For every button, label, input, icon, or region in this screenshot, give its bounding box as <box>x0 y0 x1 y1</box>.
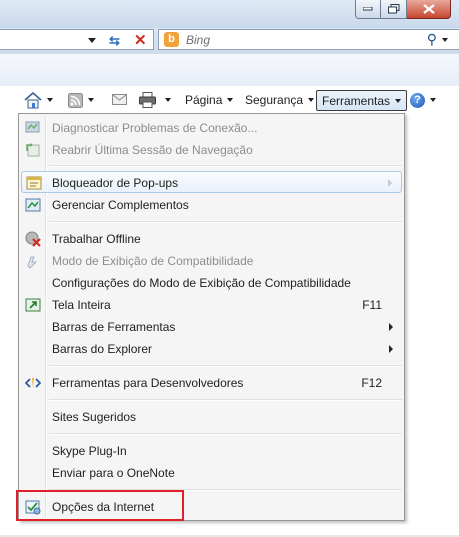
tools-menu-label: Ferramentas <box>322 93 391 108</box>
page-menu-label: Página <box>185 93 223 107</box>
menu-separator <box>49 221 402 223</box>
menu-item-developer-tools[interactable]: Ferramentas para Desenvolvedores F12 <box>21 372 402 394</box>
menu-item-label: Bloqueador de Pop-ups <box>52 176 179 190</box>
feeds-dropdown-icon[interactable] <box>88 98 94 102</box>
developer-tools-icon <box>25 378 41 388</box>
safety-dropdown-icon <box>308 98 315 102</box>
title-bar <box>0 0 459 28</box>
submenu-arrow-icon <box>388 179 392 187</box>
read-mail-button[interactable] <box>112 90 127 110</box>
menu-item-fullscreen[interactable]: Tela Inteira F11 <box>21 294 402 316</box>
menu-item-popup-blocker[interactable]: Bloqueador de Pop-ups <box>21 171 402 193</box>
diagnose-icon <box>25 121 40 133</box>
help-icon: ? <box>410 92 425 108</box>
page-dropdown-icon <box>227 98 234 102</box>
address-dropdown-icon[interactable] <box>88 38 96 43</box>
minimize-icon <box>363 7 373 11</box>
menu-item-label: Barras do Explorer <box>52 342 153 356</box>
submenu-arrow-icon <box>389 345 393 353</box>
mail-icon <box>112 94 127 105</box>
menu-item-toolbars[interactable]: Barras de Ferramentas <box>21 316 402 338</box>
search-icon[interactable]: ⚲ <box>427 31 437 48</box>
tools-menu-button[interactable]: Ferramentas <box>316 90 408 111</box>
offline-icon <box>25 231 41 247</box>
menu-separator <box>49 399 402 401</box>
menu-item-label: Diagnosticar Problemas de Conexão... <box>52 121 258 135</box>
help-dropdown-icon[interactable] <box>430 98 436 102</box>
menu-item-skype-plugin[interactable]: Skype Plug-In <box>21 440 402 462</box>
home-icon <box>24 91 42 108</box>
menu-item-label: Configurações do Modo de Exibição de Com… <box>52 276 351 290</box>
printer-icon <box>139 92 156 108</box>
print-dropdown-icon[interactable] <box>165 98 171 102</box>
compat-view-icon <box>27 256 38 269</box>
menu-item-label: Ferramentas para Desenvolvedores <box>52 376 244 390</box>
shortcut-label: F11 <box>362 298 382 312</box>
reopen-session-icon <box>26 143 40 157</box>
home-button[interactable] <box>24 90 53 110</box>
highlight-box <box>16 490 184 521</box>
safety-menu-label: Segurança <box>245 93 304 107</box>
maximize-button[interactable] <box>381 0 407 19</box>
menu-item-work-offline[interactable]: Trabalhar Offline <box>21 228 402 250</box>
menu-separator <box>49 433 402 435</box>
page-menu-button[interactable]: Página <box>185 90 234 110</box>
menu-separator <box>49 365 402 367</box>
favorites-bar <box>0 54 459 87</box>
close-icon <box>422 4 435 14</box>
search-placeholder: Bing <box>186 33 211 47</box>
bing-logo-icon: b <box>164 32 179 47</box>
menu-item-compat-view-settings[interactable]: Configurações do Modo de Exibição de Com… <box>21 272 402 294</box>
command-bar: Página Segurança Ferramentas ? <box>0 86 459 114</box>
tools-dropdown-icon <box>395 98 402 103</box>
print-button[interactable] <box>139 90 171 110</box>
rss-feed-icon <box>68 92 83 108</box>
menu-item-label: Trabalhar Offline <box>52 232 141 246</box>
refresh-icon[interactable]: ⇆ <box>109 33 120 49</box>
menu-item-label: Enviar para o OneNote <box>52 466 175 480</box>
menu-item-label: Sites Sugeridos <box>52 410 137 424</box>
minimize-button[interactable] <box>355 0 381 19</box>
menu-item-explorer-bars[interactable]: Barras do Explorer <box>21 338 402 360</box>
tools-menu: Diagnosticar Problemas de Conexão... Rea… <box>18 113 405 521</box>
menu-item-label: Skype Plug-In <box>52 444 127 458</box>
stop-icon[interactable]: ✕ <box>134 31 147 49</box>
fullscreen-icon <box>25 298 41 312</box>
shortcut-label: F12 <box>361 376 382 390</box>
feeds-button[interactable] <box>68 90 94 110</box>
address-bar[interactable]: ⇆ ✕ <box>0 29 154 50</box>
menu-item-label: Modo de Exibição de Compatibilidade <box>52 254 254 268</box>
menu-item-send-to-onenote[interactable]: Enviar para o OneNote <box>21 462 402 484</box>
help-button[interactable]: ? <box>410 90 436 110</box>
restore-icon <box>387 4 399 14</box>
submenu-arrow-icon <box>389 323 393 331</box>
menu-item-label: Barras de Ferramentas <box>52 320 176 334</box>
menu-item-suggested-sites[interactable]: Sites Sugeridos <box>21 406 402 428</box>
search-input[interactable]: b Bing ⚲ <box>158 29 459 50</box>
menu-item-diagnose[interactable]: Diagnosticar Problemas de Conexão... <box>21 117 402 139</box>
search-options-dropdown-icon[interactable] <box>442 38 448 42</box>
menu-separator <box>49 165 402 167</box>
menu-item-label: Reabrir Última Sessão de Navegação <box>52 143 253 157</box>
menu-item-reopen-session[interactable]: Reabrir Última Sessão de Navegação <box>21 139 402 161</box>
address-row: ⇆ ✕ b Bing ⚲ <box>0 28 459 54</box>
addons-icon <box>25 198 41 212</box>
safety-menu-button[interactable]: Segurança <box>245 90 315 110</box>
popup-blocker-icon <box>26 176 42 190</box>
menu-item-manage-addons[interactable]: Gerenciar Complementos <box>21 194 402 216</box>
close-button[interactable] <box>407 0 451 19</box>
menu-item-compat-view[interactable]: Modo de Exibição de Compatibilidade <box>21 250 402 272</box>
menu-item-label: Tela Inteira <box>52 298 111 312</box>
menu-item-label: Gerenciar Complementos <box>52 198 189 212</box>
home-dropdown-icon[interactable] <box>47 98 53 102</box>
